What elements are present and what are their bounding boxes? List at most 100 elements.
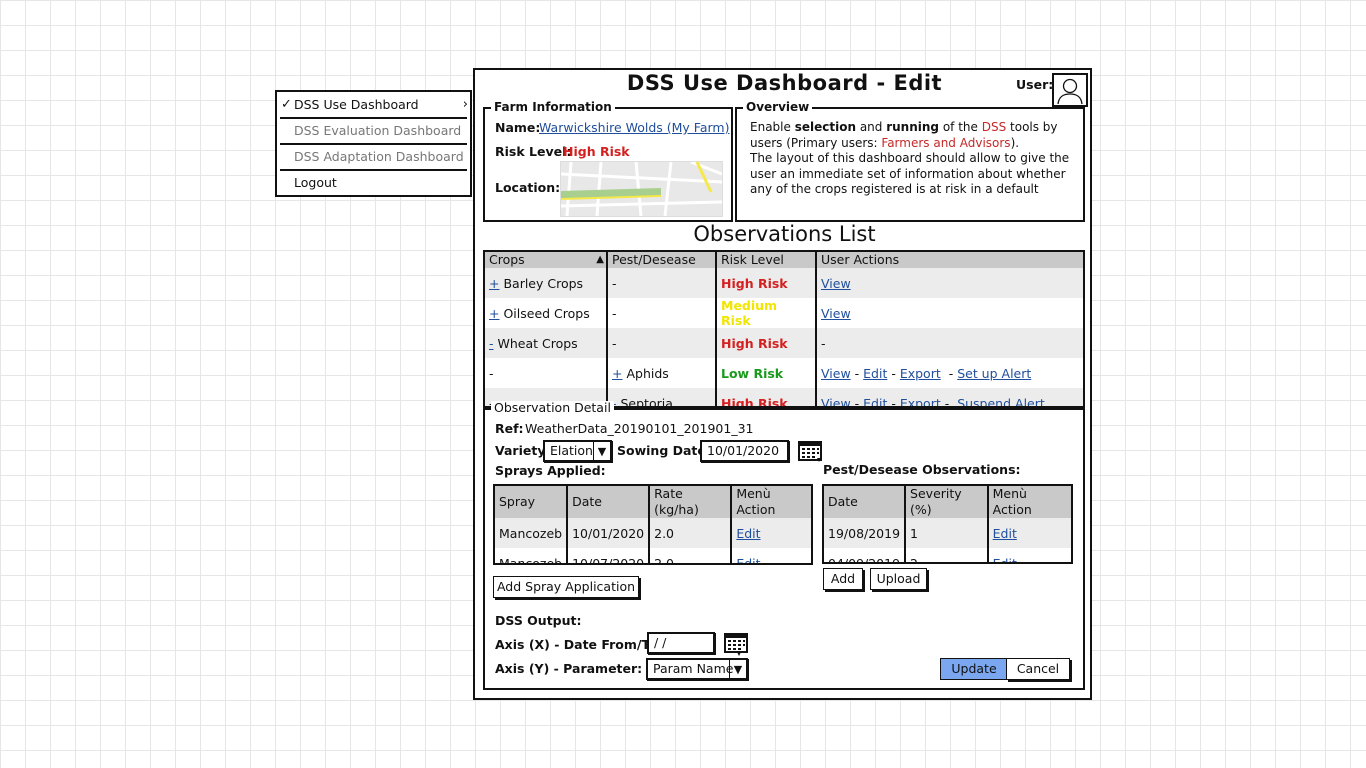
column-header-pest[interactable]: Pest/Desease [607, 252, 717, 268]
dashboard-menu: ✓ DSS Use Dashboard › DSS Evaluation Das… [275, 90, 472, 197]
column-header-menu-action[interactable]: Menù Action [731, 486, 811, 518]
date-cell: 19/08/2019 [824, 518, 907, 548]
table-row[interactable]: - Wheat Crops - High Risk - [485, 328, 1083, 358]
view-link[interactable]: View [821, 366, 851, 381]
pest-name: Aphids [622, 365, 669, 381]
variety-value: Elation [550, 443, 593, 458]
export-link[interactable]: Export [900, 366, 941, 381]
cancel-button[interactable]: Cancel [1006, 658, 1070, 680]
column-header-rate[interactable]: Rate (kg/ha) [649, 486, 733, 518]
action-cell: Edit [988, 548, 1071, 563]
table-row[interactable]: Mancozeb 10/01/2020 2.0 Edit [495, 518, 811, 548]
edit-link[interactable]: Edit [863, 396, 887, 407]
overview-text-part: and [856, 120, 887, 134]
farm-name-label: Name: [495, 120, 541, 135]
expand-toggle[interactable]: + [489, 276, 499, 291]
edit-link[interactable]: Edit [736, 526, 760, 541]
menu-item-label: DSS Use Dashboard [294, 97, 419, 112]
column-header-menu-action[interactable]: Menù Action [987, 486, 1071, 518]
menu-item-dss-use-dashboard[interactable]: ✓ DSS Use Dashboard › [277, 92, 470, 118]
crop-cell: - [485, 358, 608, 388]
dashboard-window: DSS Use Dashboard - Edit User: Farm Info… [473, 68, 1092, 700]
table-row[interactable]: - + Aphids Low Risk View - Edit - Export… [485, 358, 1083, 388]
sort-ascending-icon[interactable]: ▲ [596, 252, 604, 268]
risk-cell: High Risk [716, 268, 817, 298]
risk-cell: Low Risk [716, 358, 817, 388]
edit-link[interactable]: Edit [863, 366, 887, 381]
expand-toggle[interactable]: + [612, 366, 622, 381]
pest-cell: - Septoria [607, 388, 717, 408]
set-up-alert-link[interactable]: Set up Alert [957, 366, 1031, 381]
avatar[interactable] [1052, 73, 1088, 107]
dss-output-label: DSS Output: [495, 613, 582, 628]
pest-cell: - [607, 268, 717, 298]
table-row[interactable]: Mancozeb 10/07/2020 2.0 Edit [495, 548, 811, 564]
add-spray-application-button[interactable]: Add Spray Application [493, 576, 639, 598]
calendar-icon[interactable] [798, 440, 824, 464]
actions-cell: View - Edit - Export - Set up Alert [821, 365, 1032, 381]
table-row[interactable]: + Oilseed Crops - Medium Risk View [485, 298, 1083, 328]
menu-item-dss-evaluation-dashboard[interactable]: DSS Evaluation Dashboard [277, 118, 470, 144]
menu-item-label: DSS Adaptation Dashboard [294, 149, 464, 164]
pest-name: Septoria [616, 395, 673, 408]
column-header-date[interactable]: Date [567, 486, 651, 518]
page-title: DSS Use Dashboard - Edit [626, 71, 943, 95]
calendar-icon[interactable] [724, 632, 750, 656]
overview-text-part: ). [1010, 135, 1020, 150]
column-header-severity[interactable]: Severity (%) [905, 486, 989, 518]
sowing-date-input[interactable]: 10/01/2020 [700, 440, 789, 462]
menu-item-label: DSS Evaluation Dashboard [294, 123, 462, 138]
upload-button[interactable]: Upload [870, 568, 927, 590]
view-link[interactable]: View [821, 396, 851, 407]
menu-item-logout[interactable]: Logout [277, 170, 470, 196]
column-header-actions[interactable]: User Actions [816, 252, 1083, 268]
add-observation-button[interactable]: Add [823, 568, 863, 590]
pest-observations-label: Pest/Desease Observations: [823, 462, 1021, 477]
actions-cell: View [816, 268, 1083, 298]
table-header-row: Spray Date Rate (kg/ha) Menù Action [495, 486, 811, 518]
column-header-date[interactable]: Date [824, 486, 907, 518]
edit-link[interactable]: Edit [993, 556, 1017, 563]
user-label: User: [1016, 77, 1054, 92]
expand-toggle[interactable]: + [489, 306, 499, 321]
dropdown-arrow-icon[interactable]: ▼ [729, 660, 746, 678]
rate-cell: 2.0 [649, 548, 733, 563]
location-map[interactable] [560, 160, 723, 217]
crop-name: Wheat Crops [493, 335, 578, 351]
overview-line: user an immediate set of information abo… [750, 166, 1066, 181]
column-header-crops[interactable]: Crops ▲ [485, 252, 608, 268]
edit-link[interactable]: Edit [736, 556, 760, 564]
table-row[interactable]: 19/08/2019 1 Edit [824, 518, 1071, 548]
table-row[interactable]: 04/09/2019 2 Edit [824, 548, 1071, 563]
pest-observations-table: Date Severity (%) Menù Action 19/08/2019… [822, 484, 1073, 564]
rate-cell: 2.0 [649, 518, 733, 548]
table-row[interactable]: + Barley Crops - High Risk View [485, 268, 1083, 298]
axis-x-date-input[interactable]: / / [647, 632, 715, 654]
farm-information-legend: Farm Information [491, 100, 615, 114]
action-cell: Edit [731, 518, 811, 548]
export-link[interactable]: Export [900, 396, 941, 407]
risk-cell: High Risk [716, 328, 817, 358]
table-header-row: Crops ▲ Pest/Desease Risk Level User Act… [485, 252, 1083, 268]
dropdown-arrow-icon[interactable]: ▼ [593, 442, 610, 460]
update-button[interactable]: Update [940, 658, 1008, 680]
user-icon [1057, 78, 1083, 105]
column-header-label: Crops [489, 252, 525, 267]
farm-name-link[interactable]: Warwickshire Wolds (My Farm) [539, 120, 729, 135]
edit-link[interactable]: Edit [993, 526, 1017, 541]
risk-cell: High Risk [716, 388, 817, 406]
menu-item-dss-adaptation-dashboard[interactable]: DSS Adaptation Dashboard [277, 144, 470, 170]
severity-cell: 2 [905, 548, 989, 562]
axis-y-value: Param Name [653, 661, 734, 676]
axis-y-label: Axis (Y) - Parameter: [495, 661, 643, 676]
view-link[interactable]: View [821, 306, 851, 321]
column-header-risk[interactable]: Risk Level [716, 252, 817, 268]
view-link[interactable]: View [821, 276, 851, 291]
variety-select[interactable]: Elation ▼ [543, 440, 612, 462]
crop-name: Oilseed Crops [499, 305, 590, 321]
column-header-spray[interactable]: Spray [495, 486, 569, 518]
axis-y-parameter-select[interactable]: Param Name ▼ [646, 658, 748, 680]
date-cell: 10/07/2020 [567, 548, 651, 563]
suspend-alert-link[interactable]: Suspend Alert [957, 396, 1045, 407]
location-label: Location: [495, 180, 561, 195]
